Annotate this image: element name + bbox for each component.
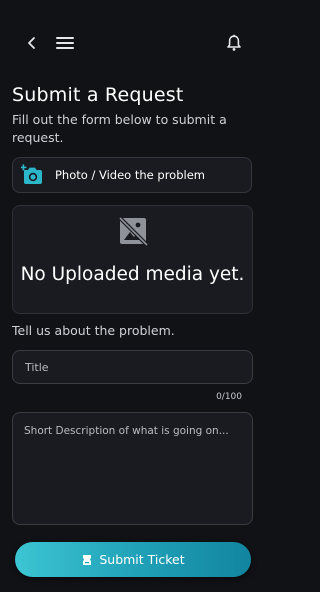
bell-icon (227, 34, 241, 51)
image-not-supported-icon (118, 216, 149, 247)
ticket-icon (81, 554, 93, 566)
submit-ticket-button[interactable]: Submit Ticket (15, 542, 251, 577)
title-char-counter: 0/100 (216, 392, 242, 402)
add-camera-icon (21, 163, 45, 187)
empty-media-text: No Uploaded media yet. (20, 264, 245, 285)
notifications-button[interactable] (222, 31, 246, 55)
submit-ticket-label: Submit Ticket (99, 552, 185, 567)
top-bar (0, 0, 266, 86)
page-title: Submit a Request (12, 84, 184, 106)
upload-media-button[interactable]: Photo / Video the problem (12, 157, 252, 193)
back-button[interactable] (20, 31, 44, 55)
problem-section-label: Tell us about the problem. (12, 323, 175, 338)
title-input[interactable] (12, 350, 253, 384)
submit-request-screen: Submit a Request Fill out the form below… (0, 0, 266, 592)
description-input[interactable] (12, 412, 253, 525)
page-subtitle: Fill out the form below to submit a requ… (12, 112, 227, 145)
upload-media-label: Photo / Video the problem (55, 168, 205, 182)
media-preview-area: No Uploaded media yet. (12, 205, 253, 314)
chevron-left-icon (28, 37, 35, 49)
hamburger-menu-icon (56, 37, 74, 49)
menu-button[interactable] (53, 31, 77, 55)
